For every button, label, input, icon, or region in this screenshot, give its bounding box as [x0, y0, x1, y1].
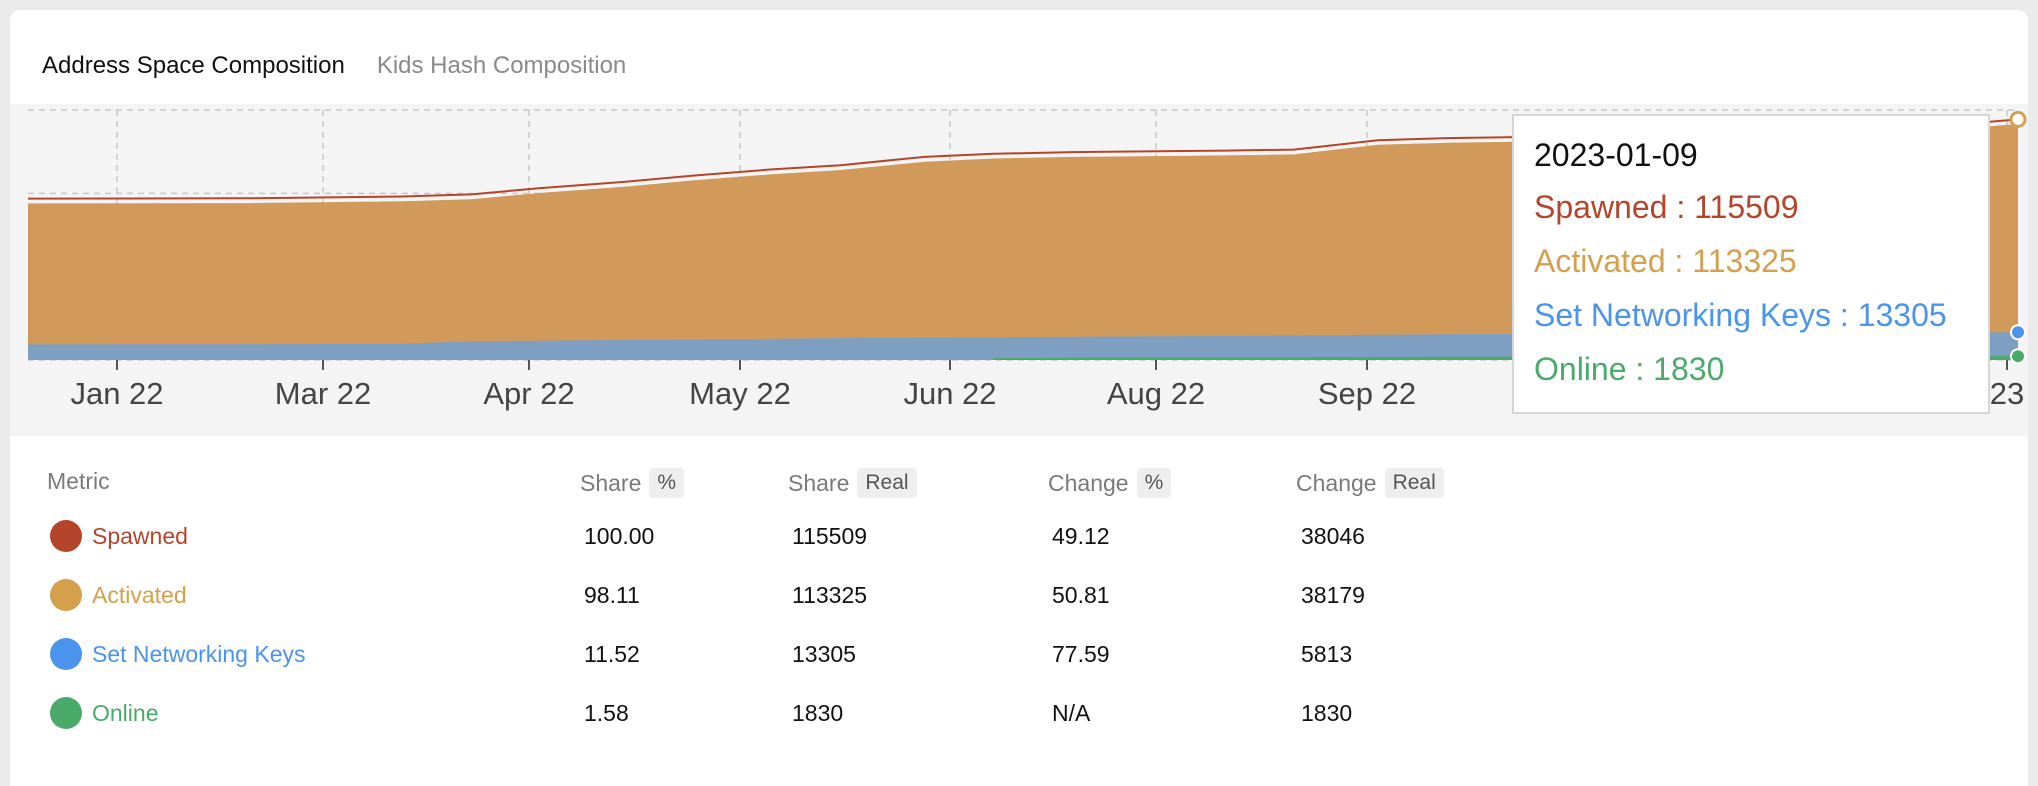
marker-set-networking-keys — [2010, 324, 2026, 341]
share-real-cell: 115509 — [792, 523, 868, 549]
metric-cell: Activated — [50, 575, 187, 615]
tab-kids-hash-composition[interactable]: Kids Hash Composition — [377, 52, 626, 84]
change-percent-toggle[interactable]: % — [1136, 468, 1172, 498]
metrics-table: Metric Share % Share Real Change % Chang… — [10, 436, 2028, 786]
tooltip-activated: Activated : 113325 — [1534, 243, 1797, 279]
table-row[interactable]: Activated 98.11 113325 50.81 38179 — [10, 575, 2028, 615]
composition-card: Address Space Composition Kids Hash Comp… — [10, 10, 2028, 786]
x-tick-label: Jan 22 — [70, 376, 163, 411]
change-real-cell: 5813 — [1301, 641, 1353, 667]
chart-area[interactable]: Jan 22 Mar 22 Apr 22 May 22 Jun 22 Aug 22 Sep … — [10, 104, 2028, 436]
change-pct-cell: 49.12 — [1052, 523, 1110, 549]
metric-cell: Online — [50, 693, 158, 733]
spawned-dot-icon — [50, 520, 82, 552]
tooltip-spawned: Spawned : 115509 — [1534, 189, 1799, 225]
marker-activated — [2009, 110, 2027, 128]
metric-cell: Set Networking Keys — [50, 634, 305, 674]
x-tick-label: Mar 22 — [275, 376, 371, 411]
header-change-real-label: Change — [1296, 469, 1377, 496]
header-share-pct: Share % — [580, 468, 685, 498]
tooltip-set-networking-keys: Set Networking Keys : 13305 — [1534, 297, 1947, 333]
header-metric: Metric — [47, 468, 110, 495]
metric-label: Online — [92, 700, 159, 726]
metric-label: Spawned — [92, 523, 188, 549]
header-change-pct: Change % — [1048, 468, 1172, 498]
metric-label: Activated — [92, 582, 187, 608]
metric-label: Set Networking Keys — [92, 641, 306, 667]
table-row[interactable]: Spawned 100.00 115509 49.12 38046 — [10, 516, 2028, 556]
x-tick-label: Aug 22 — [1107, 376, 1205, 411]
change-pct-cell: 77.59 — [1052, 641, 1110, 667]
x-tick-label: Apr 22 — [483, 376, 574, 411]
online-dot-icon — [50, 697, 82, 729]
share-real-cell: 1830 — [792, 700, 844, 726]
tooltip-date: 2023-01-09 — [1534, 137, 1698, 173]
share-real-cell: 13305 — [792, 641, 856, 667]
header-share-label: Share — [580, 469, 642, 496]
header-change-label: Change — [1048, 469, 1129, 496]
metric-cell: Spawned — [50, 516, 188, 556]
change-pct-cell: N/A — [1052, 700, 1091, 726]
change-real-cell: 38046 — [1301, 523, 1365, 549]
table-row[interactable]: Set Networking Keys 11.52 13305 77.59 58… — [10, 634, 2028, 674]
change-real-cell: 1830 — [1301, 700, 1353, 726]
set-networking-keys-dot-icon — [50, 638, 82, 670]
x-tick-label: Sep 22 — [1318, 376, 1416, 411]
marker-online — [2010, 348, 2026, 365]
tab-address-space-composition[interactable]: Address Space Composition — [42, 52, 345, 84]
share-pct-cell: 100.00 — [584, 523, 655, 549]
share-pct-cell: 98.11 — [584, 582, 640, 608]
change-real-toggle[interactable]: Real — [1384, 468, 1444, 498]
x-tick-label: Jun 22 — [903, 376, 996, 411]
table-row[interactable]: Online 1.58 1830 N/A 1830 — [10, 693, 2028, 733]
share-percent-toggle[interactable]: % — [649, 468, 685, 498]
x-tick-label: May 22 — [689, 376, 791, 411]
share-pct-cell: 1.58 — [584, 700, 629, 726]
header-metric-label: Metric — [47, 468, 110, 494]
header-share-real: Share Real — [788, 468, 917, 498]
header-share-real-label: Share — [788, 469, 850, 496]
share-real-toggle[interactable]: Real — [857, 468, 917, 498]
change-pct-cell: 50.81 — [1052, 582, 1110, 608]
change-real-cell: 38179 — [1301, 582, 1365, 608]
x-tick-label: 23 — [1990, 376, 2024, 411]
share-real-cell: 113325 — [792, 582, 868, 608]
tooltip-online: Online : 1830 — [1534, 351, 1725, 387]
activated-dot-icon — [50, 579, 82, 611]
tab-bar: Address Space Composition Kids Hash Comp… — [42, 52, 626, 84]
share-pct-cell: 11.52 — [584, 641, 640, 667]
header-change-real: Change Real — [1296, 468, 1444, 498]
chart-tooltip: 2023-01-09 Spawned : 115509 Activated : … — [1512, 114, 1990, 414]
